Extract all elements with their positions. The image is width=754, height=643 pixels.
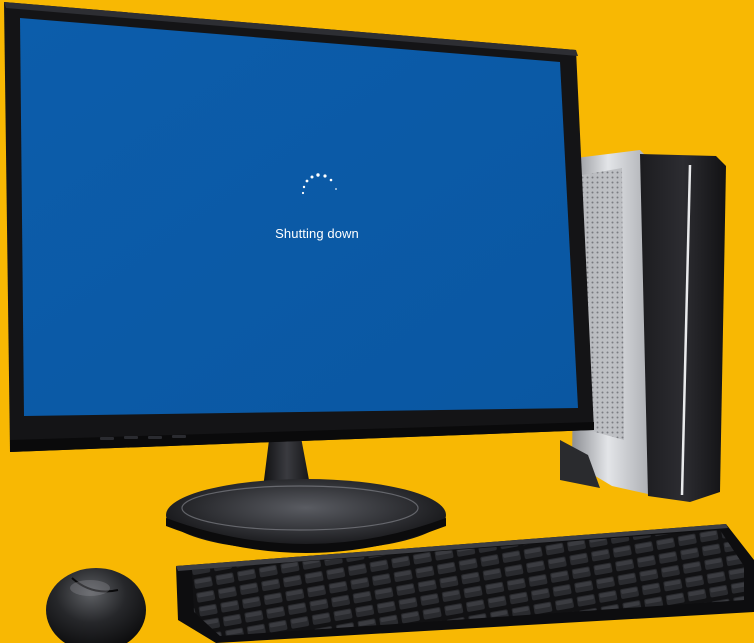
shutdown-status-text: Shutting down	[275, 226, 359, 241]
mouse-highlight	[70, 580, 110, 596]
monitor-screen	[20, 18, 578, 416]
stand-base	[166, 479, 446, 551]
desktop-computer-scene	[0, 0, 754, 643]
